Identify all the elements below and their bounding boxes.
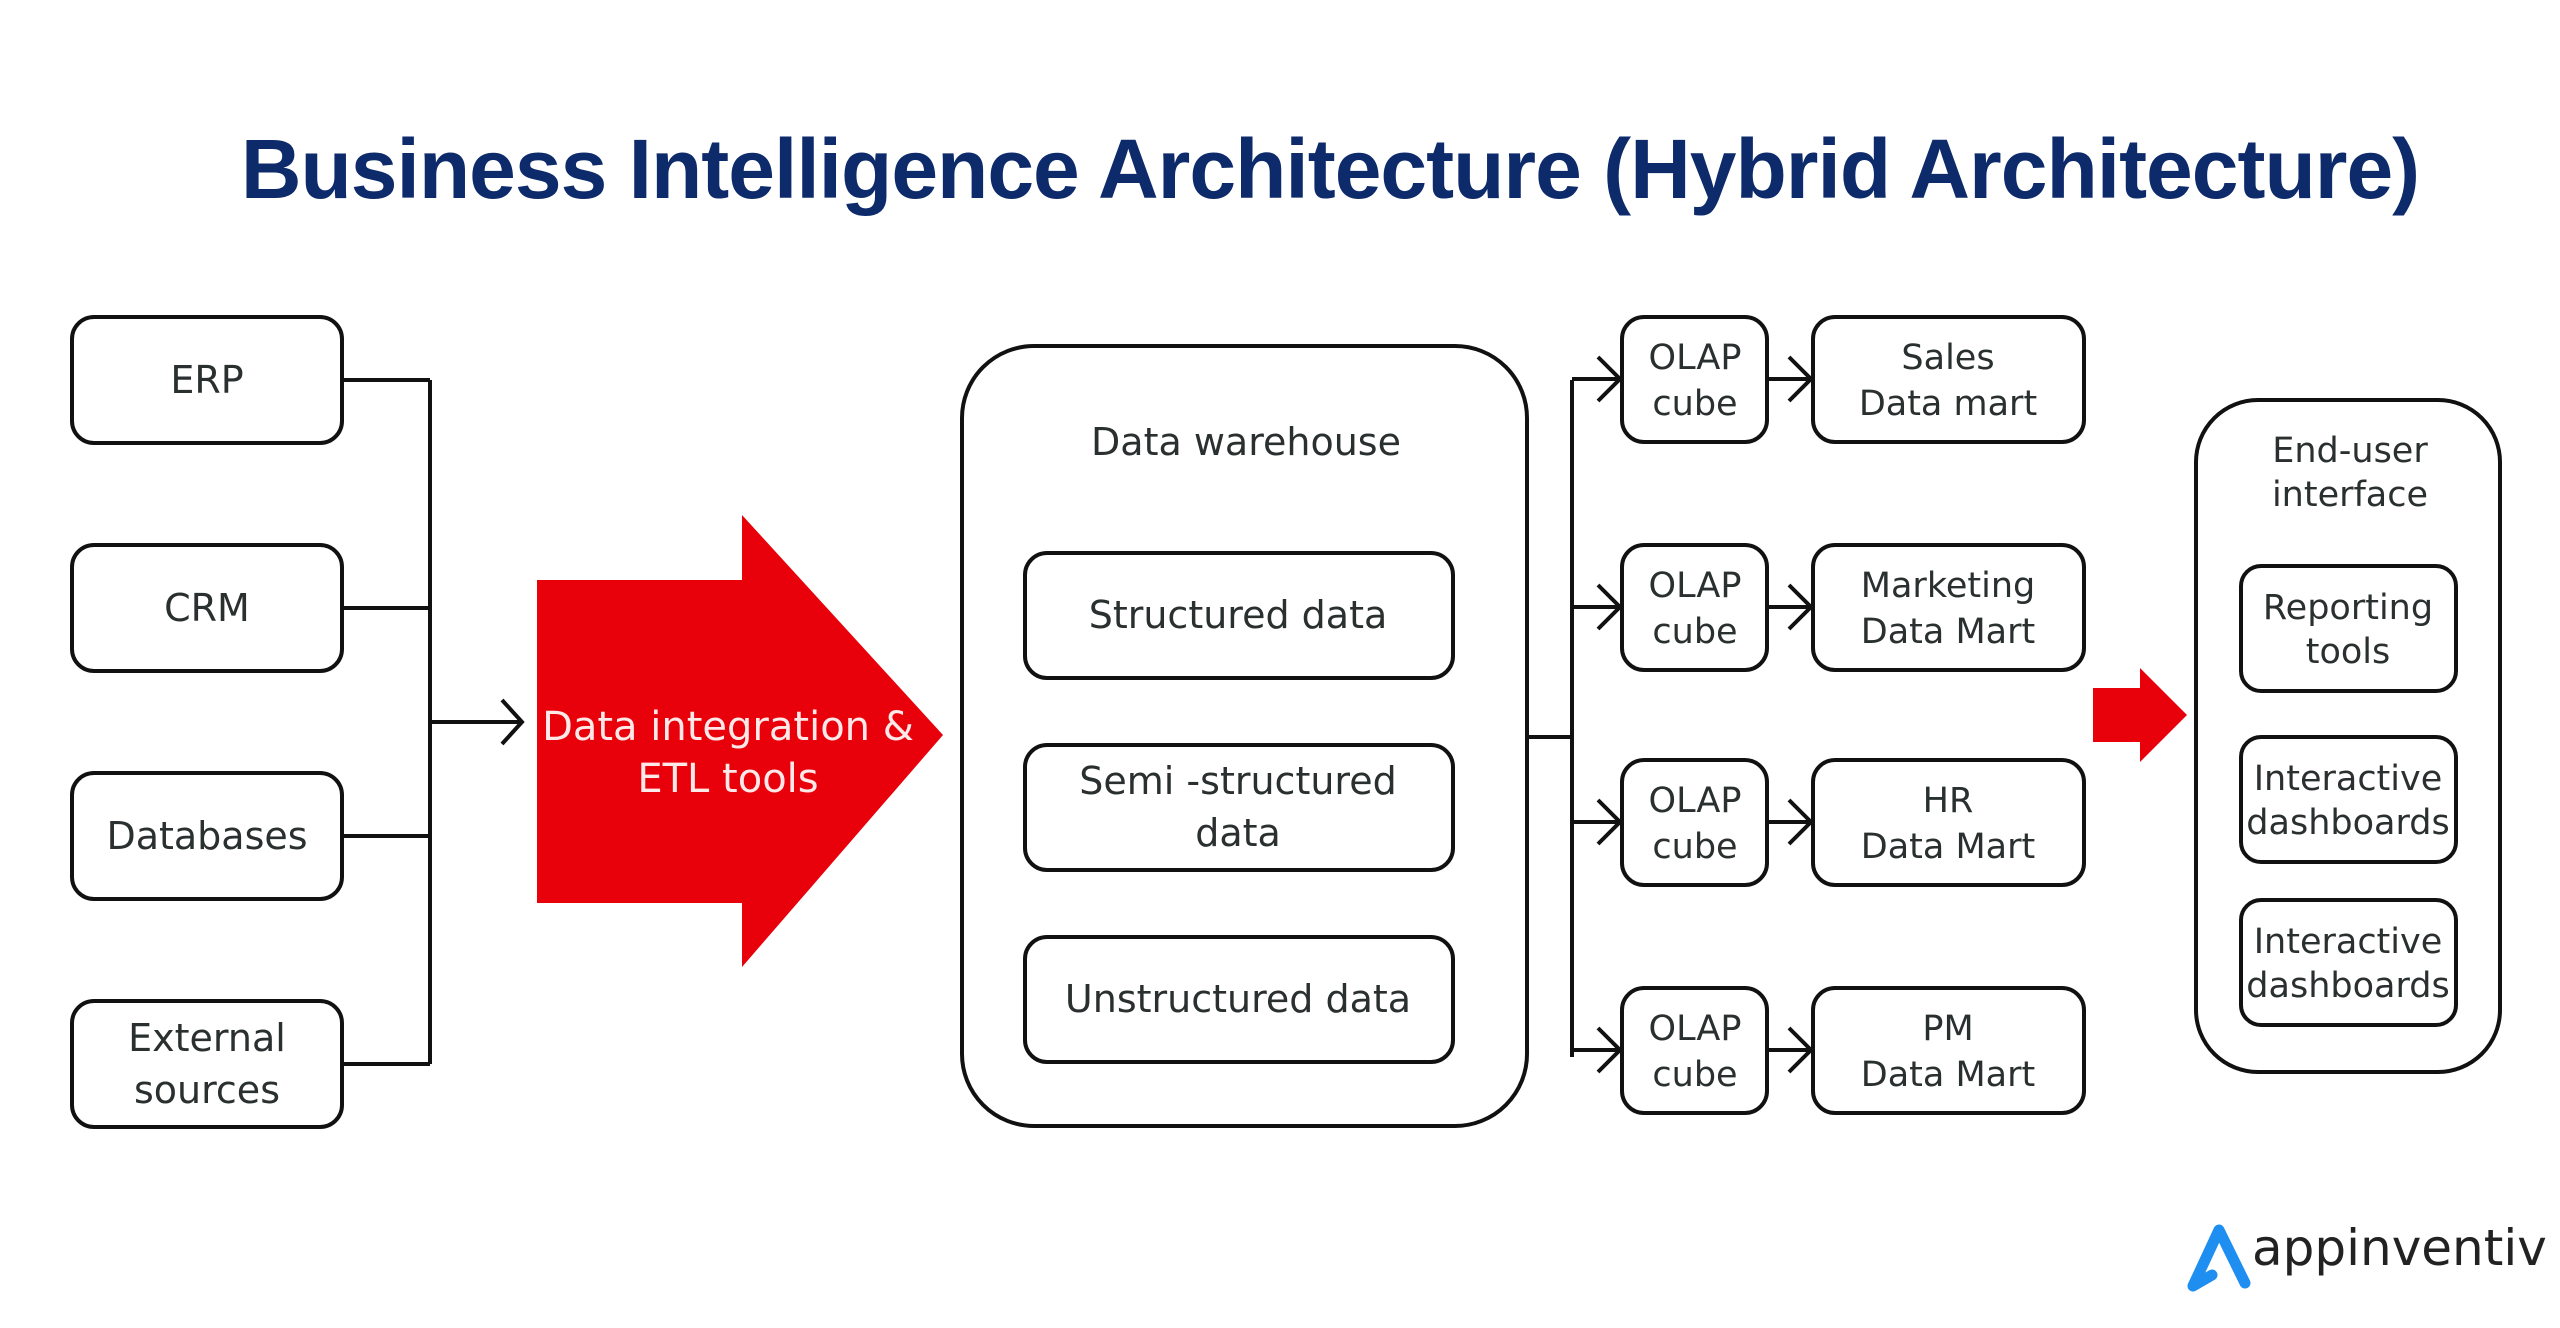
end-user-item-frame <box>2239 898 2458 1027</box>
end-user-item-2[interactable]: Interactivedashboards <box>2239 898 2458 1027</box>
end-user-item-label-line-1: Interactive <box>2254 759 2443 799</box>
data-mart-box[interactable]: HR Data Mart <box>1811 758 2086 887</box>
warehouse-item-2[interactable]: Unstructured data <box>1023 935 1455 1064</box>
source-label-line-1: Databases <box>106 814 307 858</box>
olap-cube-label-line-2: cube <box>1652 827 1737 867</box>
source-box-0[interactable]: ERP <box>70 315 344 445</box>
etl-arrow: Data integration & ETL tools <box>537 515 943 967</box>
end-user-title-line-2: interface <box>2272 475 2428 515</box>
data-mart-label-line-2: Data Mart <box>1861 827 2035 867</box>
warehouse-item-label-line-1: Structured data <box>1089 593 1388 637</box>
end-user-item-1[interactable]: Interactivedashboards <box>2239 735 2458 864</box>
olap-connectors <box>1527 380 1574 1057</box>
end-user-title-line-1: End-user <box>2272 431 2428 471</box>
warehouse-item-0[interactable]: Structured data <box>1023 551 1455 680</box>
end-user-item-label-line-1: Interactive <box>2254 922 2443 962</box>
end-user-item-label-line-2: tools <box>2306 632 2391 672</box>
end-user-item-frame <box>2239 735 2458 864</box>
olap-cube-label-line-1: OLAP <box>1649 338 1742 378</box>
sources-group: ERP CRM Databases External sources <box>70 315 430 1129</box>
warehouse-item-label-line-1: Semi -structured <box>1079 759 1396 803</box>
etl-label-line-1: Data integration & <box>542 704 914 750</box>
end-user-items: ReportingtoolsInteractivedashboardsInter… <box>2239 564 2458 1027</box>
olap-cube-box[interactable]: OLAP cube <box>1620 986 1769 1115</box>
data-mart-box[interactable]: Marketing Data Mart <box>1811 543 2086 672</box>
data-mart-label-line-1: Sales <box>1901 338 1994 378</box>
source-box-3[interactable]: External sources <box>70 999 344 1129</box>
appinventiv-logo: appinventiv <box>2187 1219 2547 1292</box>
olap-cube-label-line-2: cube <box>1652 612 1737 652</box>
source-label-line-2: sources <box>134 1068 280 1112</box>
data-mart-box[interactable]: PM Data Mart <box>1811 986 2086 1115</box>
source-connectors <box>428 380 525 1064</box>
end-user-item-frame <box>2239 564 2458 693</box>
page-title: Business Intelligence Architecture (Hybr… <box>241 122 2419 216</box>
olap-cube-label-line-1: OLAP <box>1649 1009 1742 1049</box>
data-mart-label-line-2: Data Mart <box>1861 1055 2035 1095</box>
source-label-line-1: ERP <box>170 358 243 402</box>
small-red-arrow-icon <box>2093 668 2187 762</box>
source-label-line-1: External <box>128 1016 286 1060</box>
end-user-item-0[interactable]: Reportingtools <box>2239 564 2458 693</box>
etl-label-line-2: ETL tools <box>637 756 818 802</box>
source-box-1[interactable]: CRM <box>70 543 344 673</box>
end-user-panel: End-user interface Reportingtools Interac… <box>2194 398 2502 1074</box>
end-user-item-label-line-1: Reporting <box>2263 588 2433 628</box>
appinventiv-a-icon <box>2187 1224 2251 1292</box>
olap-row-3: OLAP cube PM Data Mart <box>1572 986 2086 1115</box>
olap-cube-box[interactable]: OLAP cube <box>1620 543 1769 672</box>
olap-cube-box[interactable]: OLAP cube <box>1620 758 1769 887</box>
warehouse-items: Structured data Semi -structured data Unstr… <box>1023 551 1455 1064</box>
warehouse-item-label-line-1: Unstructured data <box>1065 977 1411 1021</box>
olap-row-0: OLAP cube Sales Data mart <box>1572 315 2086 444</box>
end-user-item-label-line-2: dashboards <box>2246 966 2449 1006</box>
data-mart-label-line-1: HR <box>1923 781 1974 821</box>
source-label-line-1: CRM <box>164 586 250 630</box>
data-mart-label-line-2: Data Mart <box>1861 612 2035 652</box>
olap-cube-label-line-2: cube <box>1652 1055 1737 1095</box>
logo-text: appinventiv <box>2252 1219 2547 1277</box>
olap-row-1: OLAP cube Marketing Data Mart <box>1572 543 2086 672</box>
bi-architecture-diagram: Business Intelligence Architecture (Hybr… <box>70 122 2547 1292</box>
warehouse-item-1[interactable]: Semi -structured data <box>1023 743 1455 872</box>
data-mart-label-line-1: PM <box>1922 1009 1973 1049</box>
end-user-item-label-line-2: dashboards <box>2246 803 2449 843</box>
warehouse-item-label-line-2: data <box>1195 811 1281 855</box>
olap-cube-label-line-1: OLAP <box>1649 566 1742 606</box>
olap-cube-label-line-1: OLAP <box>1649 781 1742 821</box>
data-warehouse-panel: Data warehouse Structured data Semi -stru… <box>960 344 1529 1128</box>
olap-cube-label-line-2: cube <box>1652 384 1737 424</box>
source-box-2[interactable]: Databases <box>70 771 344 901</box>
olap-cube-box[interactable]: OLAP cube <box>1620 315 1769 444</box>
data-mart-label-line-2: Data mart <box>1859 384 2037 424</box>
data-mart-label-line-1: Marketing <box>1861 566 2035 606</box>
data-warehouse-title: Data warehouse <box>1091 420 1401 464</box>
olap-rows: OLAP cube Sales Data mart OLAP cube Marketing D… <box>1572 315 2086 1115</box>
olap-row-2: OLAP cube HR Data Mart <box>1572 758 2086 887</box>
data-mart-box[interactable]: Sales Data mart <box>1811 315 2086 444</box>
